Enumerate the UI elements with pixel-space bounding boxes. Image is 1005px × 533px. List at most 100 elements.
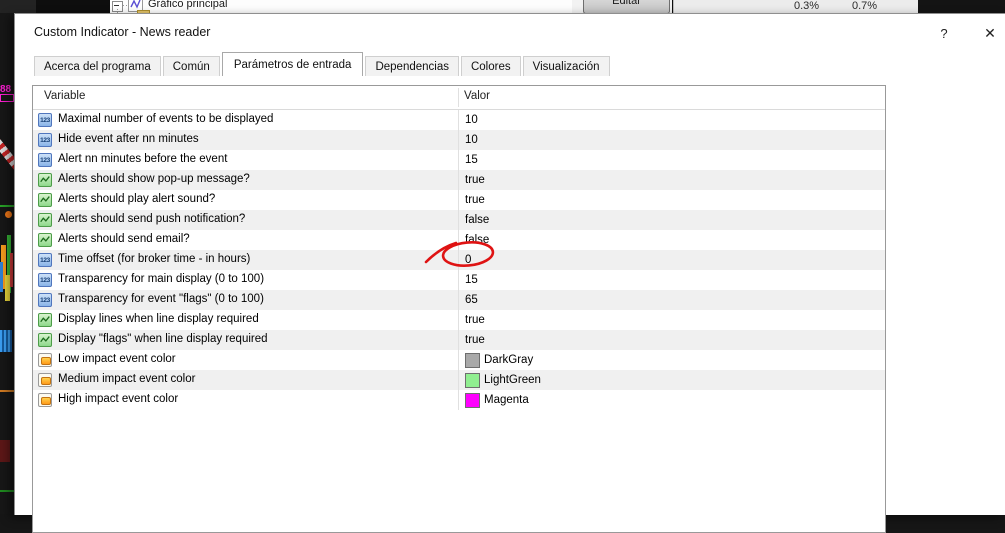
param-row[interactable]: Transparency for event "flags" (0 to 100…	[33, 290, 885, 310]
param-row[interactable]: Time offset (for broker time - in hours)…	[33, 250, 885, 270]
param-row[interactable]: Display lines when line display required…	[33, 310, 885, 330]
column-header-valor: Valor	[464, 90, 490, 102]
number-icon	[38, 293, 52, 307]
number-icon	[38, 273, 52, 287]
param-row[interactable]: Alerts should send email? false	[33, 230, 885, 250]
param-value-cell[interactable]: 10	[458, 110, 665, 130]
custom-indicator-dialog: Custom Indicator - News reader ? ✕ Acerc…	[14, 13, 1005, 533]
boolean-icon	[38, 193, 52, 207]
parameters-table: Variable Valor Maximal number of events …	[32, 85, 886, 533]
dialog-titlebar[interactable]: Custom Indicator - News reader ? ✕	[15, 14, 1005, 54]
number-icon	[38, 153, 52, 167]
param-value-cell[interactable]: 15	[458, 150, 665, 170]
param-value: DarkGray	[484, 354, 534, 366]
tab-colores[interactable]: Colores	[460, 56, 521, 76]
param-row[interactable]: Display "flags" when line display requir…	[33, 330, 885, 350]
param-label: Display lines when line display required	[58, 313, 259, 325]
boolean-icon	[38, 313, 52, 327]
chart-marker-fragment	[5, 211, 12, 218]
param-value-cell[interactable]: false	[458, 210, 665, 230]
percent-value: 0.7%	[852, 0, 878, 12]
chart-edge-background: 88	[0, 13, 14, 514]
tab-acerca-del-programa[interactable]: Acerca del programa	[34, 56, 161, 76]
param-value-cell[interactable]: true	[458, 310, 665, 330]
boolean-icon	[38, 233, 52, 247]
param-value-cell[interactable]: true	[458, 190, 665, 210]
param-value: true	[465, 334, 485, 346]
param-value: 0	[465, 254, 472, 266]
color-icon	[38, 373, 52, 387]
number-icon	[38, 253, 52, 267]
param-value-cell[interactable]: true	[458, 330, 665, 350]
param-value-cell[interactable]: 15	[458, 270, 665, 290]
chart-line-fragment	[0, 490, 14, 492]
param-value-cell[interactable]: true	[458, 170, 665, 190]
param-value: true	[465, 194, 485, 206]
color-swatch	[465, 392, 480, 408]
param-value-cell[interactable]: Magenta	[458, 390, 665, 410]
param-label: Time offset (for broker time - in hours)	[58, 253, 251, 265]
param-value: 65	[465, 294, 478, 306]
param-row[interactable]: Low impact event color DarkGray	[33, 350, 885, 370]
param-label: Maximal number of events to be displayed	[58, 113, 274, 125]
param-value: 10	[465, 134, 478, 146]
param-label: Alerts should show pop-up message?	[58, 173, 250, 185]
param-row[interactable]: Alerts should send push notification? fal…	[33, 210, 885, 230]
tree-item-grafico-principal[interactable]: Gráfico principal	[148, 0, 227, 10]
edit-button[interactable]: Editar	[583, 0, 670, 13]
param-label: Alerts should send email?	[58, 233, 190, 245]
chart-bar-fragment	[0, 262, 3, 292]
chart-line-fragment	[0, 390, 14, 392]
tab-dependencias[interactable]: Dependencias	[365, 56, 459, 76]
param-row[interactable]: High impact event color Magenta	[33, 390, 885, 410]
param-value: 15	[465, 274, 478, 286]
background-dark-panel	[0, 0, 36, 13]
param-row[interactable]: Medium impact event color LightGreen	[33, 370, 885, 390]
param-value-cell[interactable]: 65	[458, 290, 665, 310]
boolean-icon	[38, 333, 52, 347]
table-header-row: Variable Valor	[33, 86, 885, 110]
param-value-cell[interactable]: LightGreen	[458, 370, 665, 390]
help-button[interactable]: ?	[931, 22, 957, 44]
tab-par-metros-de-entrada[interactable]: Parámetros de entrada	[221, 52, 364, 76]
background-dark-panel	[918, 0, 1005, 13]
param-value: Magenta	[484, 394, 529, 406]
tab-visualizaci-n[interactable]: Visualización	[522, 56, 610, 76]
param-value: 10	[465, 114, 478, 126]
param-label: Transparency for event "flags" (0 to 100…	[58, 293, 264, 305]
chart-bar-fragment	[10, 253, 13, 287]
param-row[interactable]: Alerts should show pop-up message? true	[33, 170, 885, 190]
param-row[interactable]: Alerts should play alert sound? true	[33, 190, 885, 210]
number-icon	[38, 113, 52, 127]
param-label: Hide event after nn minutes	[58, 133, 199, 145]
param-value-cell[interactable]: false	[458, 230, 665, 250]
chart-hatch-fragment	[0, 330, 12, 352]
color-icon	[38, 393, 52, 407]
indicator-tree-panel: Gráfico principal	[110, 0, 572, 13]
param-value: true	[465, 314, 485, 326]
param-row[interactable]: Maximal number of events to be displayed…	[33, 110, 885, 130]
boolean-icon	[38, 173, 52, 187]
param-row[interactable]: Hide event after nn minutes 10	[33, 130, 885, 150]
close-icon[interactable]: ✕	[977, 22, 1003, 44]
column-divider	[458, 88, 459, 107]
param-value: false	[465, 214, 490, 226]
dialog-title: Custom Indicator - News reader	[34, 25, 211, 39]
chart-block-fragment	[0, 440, 10, 462]
param-value: LightGreen	[484, 374, 541, 386]
stats-panel: 0.3% 0.7%	[673, 0, 919, 13]
color-icon	[38, 353, 52, 367]
boolean-icon	[38, 213, 52, 227]
param-value-cell[interactable]: 0	[458, 250, 665, 270]
tab-com-n[interactable]: Común	[162, 56, 220, 76]
param-row[interactable]: Transparency for main display (0 to 100)…	[33, 270, 885, 290]
param-value-cell[interactable]: DarkGray	[458, 350, 665, 370]
param-label: Alerts should play alert sound?	[58, 193, 216, 205]
color-swatch	[465, 352, 480, 368]
param-label: Transparency for main display (0 to 100)	[58, 273, 265, 285]
price-label-box	[0, 94, 14, 102]
param-row[interactable]: Alert nn minutes before the event 15	[33, 150, 885, 170]
color-swatch	[465, 372, 480, 388]
param-value-cell[interactable]: 10	[458, 130, 665, 150]
background-topbar: Gráfico principal Editar 0.3% 0.7%	[0, 0, 1005, 13]
